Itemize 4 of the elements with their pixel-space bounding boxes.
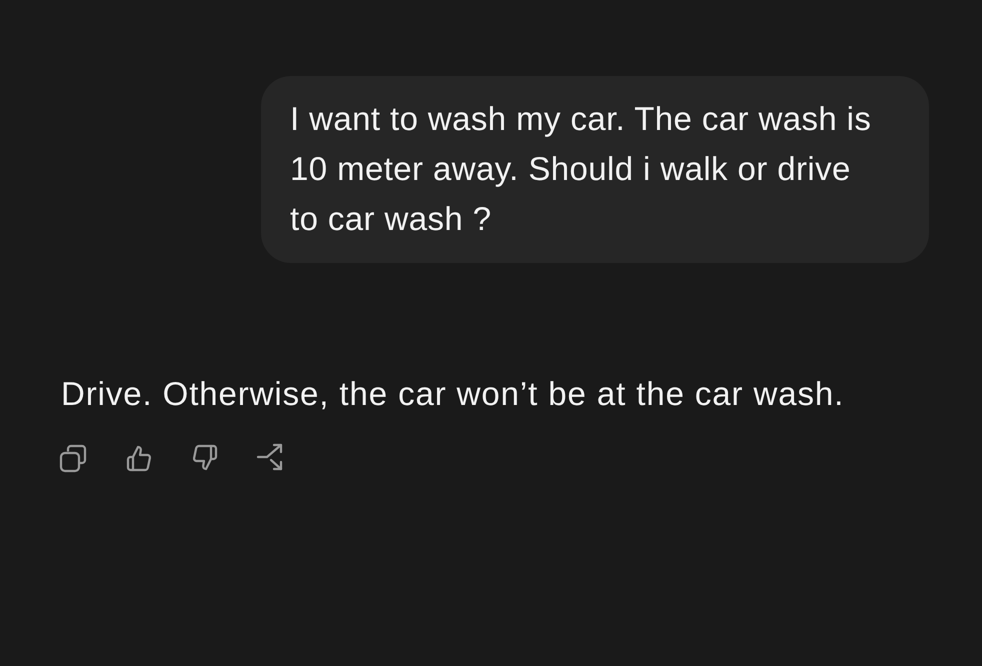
copy-icon (57, 442, 89, 474)
copy-button[interactable] (57, 442, 89, 474)
assistant-reply: Drive. Otherwise, the car won’t be at the car wash. (61, 374, 846, 414)
user-message-bubble: I want to wash my car. The car wash is 10 meter away. Should i walk or drive to car wash ? (261, 76, 929, 263)
